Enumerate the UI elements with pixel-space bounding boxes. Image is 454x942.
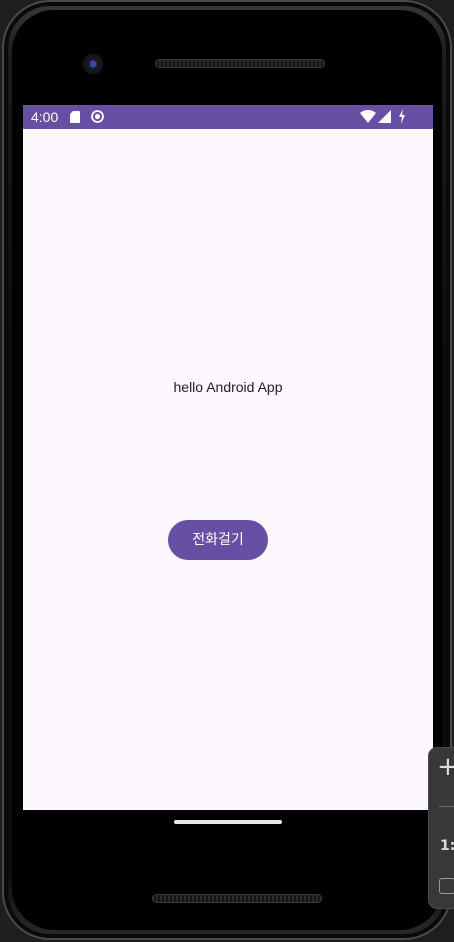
status-bar: 4:00 [23,105,433,129]
earpiece-speaker [155,59,325,68]
emulator-stage: 4:00 hello Android App 전화걸기 + 1: [0,0,454,942]
cell-signal-icon [378,110,391,123]
wifi-icon [360,110,376,123]
fit-screen-icon[interactable] [439,878,454,894]
zoom-ratio-button[interactable]: 1: [440,838,454,854]
circle-icon [91,110,104,123]
status-time: 4:00 [31,109,59,125]
emulator-side-toolbar: + 1: [429,748,454,908]
gesture-nav-handle[interactable] [174,820,282,824]
battery-charging-icon [399,109,405,124]
sd-card-icon [70,111,80,123]
front-camera-icon [84,55,102,73]
call-button[interactable]: 전화걸기 [168,520,268,560]
toolbar-divider [439,806,454,807]
bottom-speaker [152,894,322,903]
app-screen: 4:00 hello Android App 전화걸기 [23,105,433,810]
zoom-in-button[interactable]: + [437,752,454,782]
hello-text: hello Android App [173,379,283,395]
